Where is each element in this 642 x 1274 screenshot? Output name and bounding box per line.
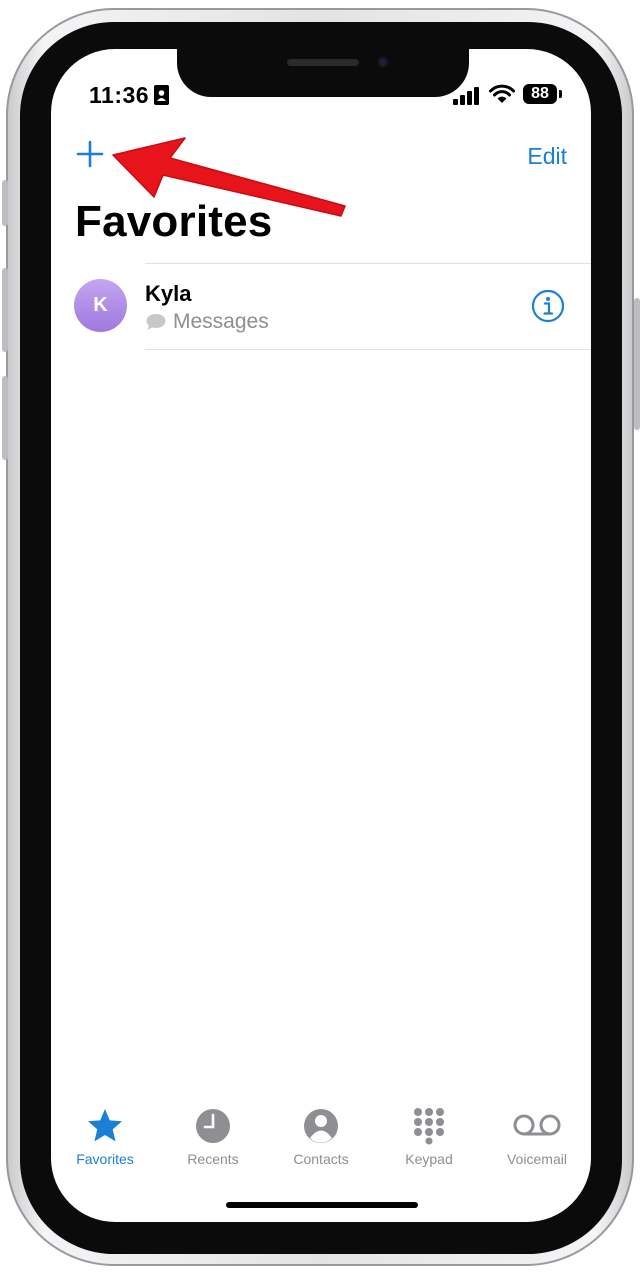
home-indicator[interactable] [226, 1202, 418, 1208]
tab-recents[interactable]: Recents [159, 1101, 267, 1171]
person-icon [304, 1109, 338, 1143]
battery-nub [559, 90, 562, 98]
info-icon[interactable] [531, 289, 565, 323]
battery-indicator: 88 [523, 84, 557, 104]
tab-label-contacts: Contacts [293, 1151, 349, 1167]
silent-switch [2, 180, 8, 226]
contact-name: Kyla [145, 281, 192, 306]
tab-voicemail[interactable]: Voicemail [483, 1101, 591, 1171]
tab-label-keypad: Keypad [405, 1151, 453, 1167]
page-title: Favorites [75, 197, 273, 246]
edit-button[interactable]: Edit [527, 143, 567, 170]
tab-favorites[interactable]: Favorites [51, 1101, 159, 1171]
contact-card-icon [154, 85, 169, 105]
wifi-icon [489, 84, 515, 103]
clock-icon [196, 1109, 230, 1143]
keypad-icon [414, 1108, 444, 1145]
add-favorite-button[interactable] [75, 139, 105, 169]
favorite-row-kyla[interactable]: K Kyla Messages [51, 263, 591, 349]
volume-up-button [2, 268, 8, 352]
star-icon [88, 1109, 122, 1142]
cellular-signal-icon [453, 87, 479, 105]
notch [177, 49, 469, 97]
contact-method: Messages [173, 310, 269, 333]
tab-bar: Favorites Recents Contacts Keypad Voicem… [51, 1101, 591, 1173]
screenshot-stage: 11:36 88 Edit Favorites K Kyla Messages … [0, 0, 642, 1274]
power-button [634, 298, 640, 430]
front-camera [377, 56, 389, 68]
voicemail-icon [513, 1114, 561, 1136]
volume-down-button [2, 376, 8, 460]
earpiece-speaker [287, 59, 359, 66]
status-time: 11:36 [89, 82, 150, 108]
list-separator-bottom [145, 349, 591, 350]
tab-label-voicemail: Voicemail [507, 1151, 567, 1167]
avatar: K [74, 279, 127, 332]
message-bubble-icon [146, 314, 166, 330]
tab-label-recents: Recents [187, 1151, 239, 1167]
tab-label-favorites: Favorites [76, 1151, 134, 1167]
tab-contacts[interactable]: Contacts [267, 1101, 375, 1171]
tab-keypad[interactable]: Keypad [375, 1101, 483, 1171]
phone-screen: 11:36 88 Edit Favorites K Kyla Messages … [51, 49, 591, 1222]
